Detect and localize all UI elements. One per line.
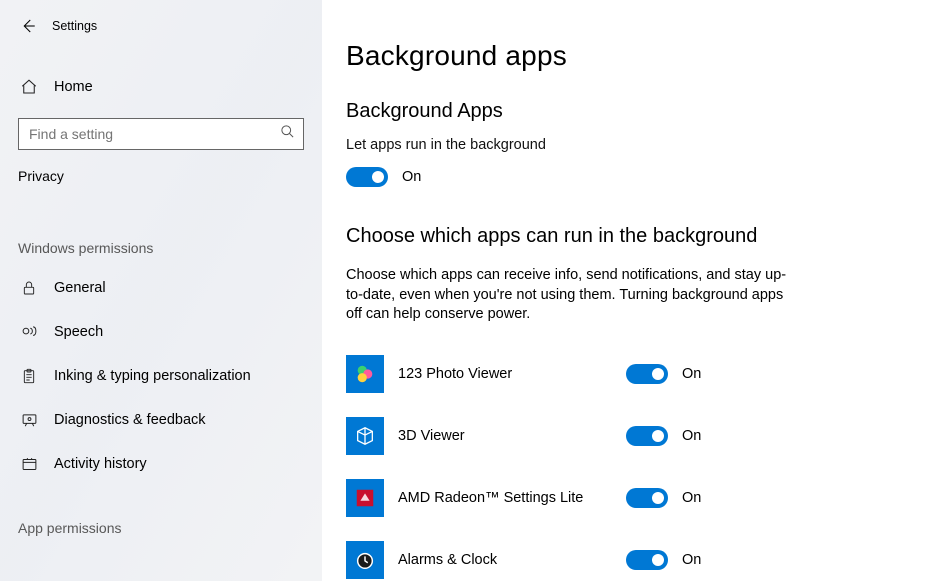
back-button[interactable] [14, 12, 42, 40]
feedback-icon [20, 411, 38, 429]
search-icon [280, 124, 295, 144]
history-icon [20, 455, 38, 473]
app-toggle[interactable] [626, 364, 668, 384]
window-title: Settings [52, 19, 97, 33]
sidebar-item-label: Diagnostics & feedback [54, 412, 206, 428]
app-name: 123 Photo Viewer [398, 366, 626, 382]
back-arrow-icon [19, 17, 37, 35]
app-row: 123 Photo Viewer On [346, 343, 889, 405]
group-windows-permissions: Windows permissions [0, 240, 322, 266]
app-icon-alarms-clock [346, 541, 384, 579]
main-content: Background apps Background Apps Let apps… [322, 0, 925, 581]
sidebar-item-label: Inking & typing personalization [54, 368, 251, 384]
sidebar-item-label: Speech [54, 324, 103, 340]
speech-icon [20, 323, 38, 341]
section-background-apps-title: Background Apps [346, 100, 889, 123]
sidebar-item-label: Activity history [54, 456, 147, 472]
home-icon [20, 78, 38, 96]
app-toggle-state: On [682, 366, 701, 382]
app-toggle[interactable] [626, 426, 668, 446]
search-box[interactable] [18, 118, 304, 150]
app-toggle[interactable] [626, 550, 668, 570]
home-label: Home [54, 79, 93, 95]
sidebar-item-general[interactable]: General [0, 266, 322, 310]
app-row: AMD Radeon™ Settings Lite On [346, 467, 889, 529]
sidebar-item-home[interactable]: Home [0, 66, 322, 108]
master-toggle[interactable] [346, 167, 388, 187]
app-toggle-state: On [682, 552, 701, 568]
clipboard-icon [20, 367, 38, 385]
current-section-label: Privacy [0, 150, 322, 184]
app-name: Alarms & Clock [398, 552, 626, 568]
app-row: Alarms & Clock On [346, 529, 889, 581]
sidebar-item-diagnostics[interactable]: Diagnostics & feedback [0, 398, 322, 442]
sidebar: Settings Home Privacy Windows permission… [0, 0, 322, 581]
master-toggle-state: On [402, 169, 421, 185]
sidebar-item-inking[interactable]: Inking & typing personalization [0, 354, 322, 398]
app-icon-amd-radeon [346, 479, 384, 517]
section-choose-apps-title: Choose which apps can run in the backgro… [346, 225, 889, 248]
sidebar-item-label: General [54, 280, 106, 296]
app-icon-3d-viewer [346, 417, 384, 455]
search-input[interactable] [29, 126, 280, 142]
sidebar-item-activity[interactable]: Activity history [0, 442, 322, 486]
page-title: Background apps [346, 40, 889, 72]
app-toggle-state: On [682, 428, 701, 444]
group-app-permissions: App permissions [0, 520, 322, 546]
app-row: 3D Viewer On [346, 405, 889, 467]
app-list: 123 Photo Viewer On 3D Viewer On [346, 343, 889, 581]
app-name: 3D Viewer [398, 428, 626, 444]
app-toggle-state: On [682, 490, 701, 506]
master-toggle-description: Let apps run in the background [346, 137, 889, 153]
lock-icon [20, 279, 38, 297]
section-choose-apps-desc: Choose which apps can receive info, send… [346, 266, 796, 325]
sidebar-item-speech[interactable]: Speech [0, 310, 322, 354]
app-icon-photo-viewer [346, 355, 384, 393]
app-name: AMD Radeon™ Settings Lite [398, 490, 626, 506]
app-toggle[interactable] [626, 488, 668, 508]
